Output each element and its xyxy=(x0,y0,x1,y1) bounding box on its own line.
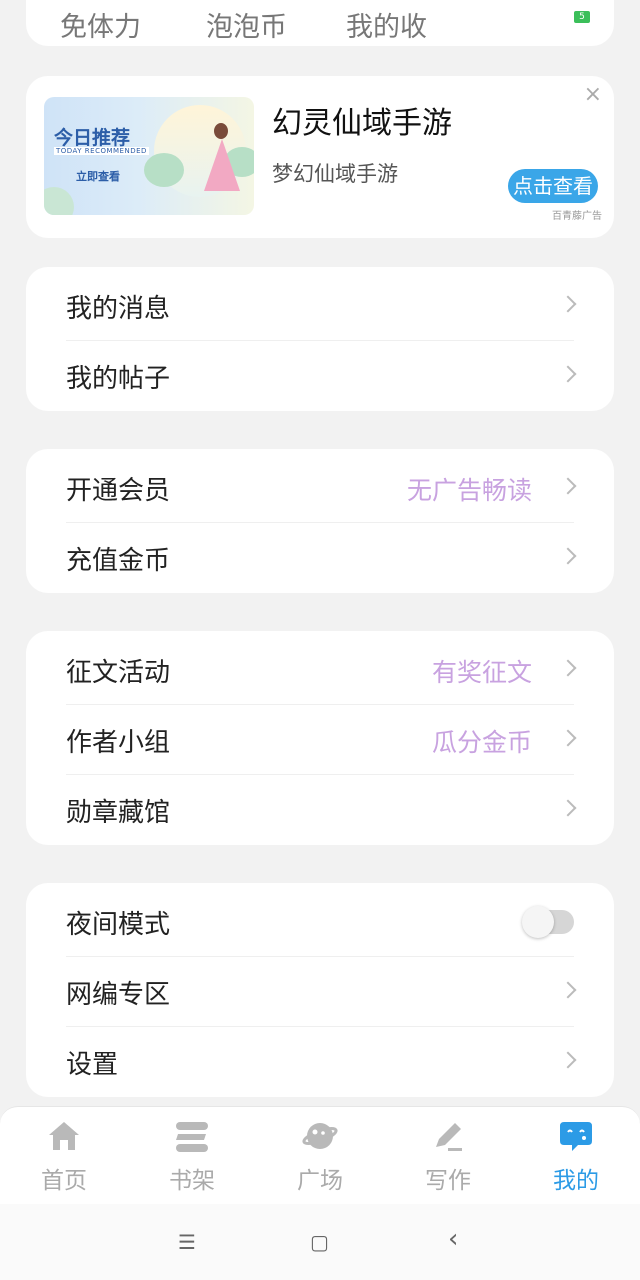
chevron-right-icon xyxy=(559,365,577,383)
tab-write[interactable]: 写作 xyxy=(384,1107,512,1205)
battery-icon: 5 xyxy=(574,11,590,23)
stat-stamina[interactable]: 免体力值 xyxy=(60,10,160,46)
menu-group-messages: 我的消息 我的帖子 xyxy=(26,267,614,411)
home-square-icon[interactable]: ▢ xyxy=(310,1230,329,1254)
menu-item-label: 征文活动 xyxy=(66,658,171,688)
chat-face-icon xyxy=(560,1122,592,1151)
ad-title[interactable]: 幻灵仙域手游 xyxy=(272,98,452,142)
menu-item-hint: 瓜分金币 xyxy=(431,728,532,757)
ad-image-cta: 立即查看 xyxy=(76,170,120,183)
system-nav-bar: ☰ ▢ ‹ xyxy=(0,1204,640,1280)
tab-label: 广场 xyxy=(297,1168,343,1194)
ad-image[interactable]: 今日推荐 TODAY RECOMMENDED 立即查看 xyxy=(44,97,254,215)
menu-item-medal-hall[interactable]: 勋章藏馆 xyxy=(26,775,614,845)
chevron-right-icon xyxy=(559,799,577,817)
ad-source-label: 百青藤广告 xyxy=(552,211,602,222)
tab-home[interactable]: 首页 xyxy=(0,1107,128,1205)
menu-item-label: 开通会员 xyxy=(66,476,171,506)
chevron-right-icon xyxy=(559,295,577,313)
tab-mine[interactable]: 我的 xyxy=(512,1107,640,1205)
pen-icon xyxy=(436,1123,462,1151)
tab-label: 书架 xyxy=(169,1168,215,1194)
menu-item-label: 充值金币 xyxy=(66,546,171,576)
planet-icon xyxy=(302,1123,338,1149)
menu-group-membership: 开通会员 无广告畅读 充值金币 xyxy=(26,449,614,593)
menu-item-label: 我的帖子 xyxy=(66,364,171,394)
menu-item-label: 勋章藏馆 xyxy=(66,798,171,828)
chevron-right-icon xyxy=(559,547,577,565)
menu-item-label: 设置 xyxy=(66,1050,119,1080)
ad-view-button[interactable]: 点击查看 xyxy=(508,169,598,203)
ad-bush xyxy=(44,187,74,215)
stat-bubble-coins[interactable]: 泡泡币 xyxy=(206,10,326,46)
menu-icon[interactable]: ☰ xyxy=(178,1230,196,1254)
tab-label: 首页 xyxy=(41,1168,87,1194)
ad-bush xyxy=(144,153,184,187)
menu-item-recharge-coins[interactable]: 充值金币 xyxy=(26,523,614,593)
menu-item-editor-zone[interactable]: 网编专区 xyxy=(26,957,614,1027)
stat-income[interactable]: 我的收入 xyxy=(346,10,446,46)
bookshelf-icon xyxy=(176,1122,208,1152)
menu-item-essay-contest[interactable]: 征文活动 有奖征文 xyxy=(26,635,614,705)
menu-item-label: 我的消息 xyxy=(66,294,171,324)
menu-item-night-mode[interactable]: 夜间模式 xyxy=(26,887,614,957)
tab-square[interactable]: 广场 xyxy=(256,1107,384,1205)
chevron-right-icon xyxy=(559,659,577,677)
menu-group-activities: 征文活动 有奖征文 作者小组 瓜分金币 勋章藏馆 xyxy=(26,631,614,845)
chevron-right-icon xyxy=(559,729,577,747)
tab-label: 写作 xyxy=(425,1168,471,1194)
chevron-right-icon xyxy=(559,1051,577,1069)
menu-item-my-messages[interactable]: 我的消息 xyxy=(26,271,614,341)
menu-group-settings: 夜间模式 网编专区 设置 xyxy=(26,883,614,1097)
toggle-knob xyxy=(522,906,554,938)
menu-item-membership[interactable]: 开通会员 无广告畅读 xyxy=(26,453,614,523)
back-icon[interactable]: ‹ xyxy=(448,1224,458,1254)
home-icon xyxy=(49,1122,79,1150)
bottom-tab-bar: 首页 书架 广场 写作 我的 xyxy=(0,1106,640,1205)
tab-bookshelf[interactable]: 书架 xyxy=(128,1107,256,1205)
menu-item-label: 网编专区 xyxy=(66,980,171,1010)
ad-card[interactable]: 今日推荐 TODAY RECOMMENDED 立即查看 幻灵仙域手游 梦幻仙域手… xyxy=(26,76,614,238)
chevron-right-icon xyxy=(559,981,577,999)
menu-item-settings[interactable]: 设置 xyxy=(26,1027,614,1097)
ad-subtitle: 梦幻仙域手游 xyxy=(272,162,398,186)
chevron-right-icon xyxy=(559,477,577,495)
tab-label: 我的 xyxy=(553,1168,599,1194)
menu-item-label: 作者小组 xyxy=(66,728,171,758)
menu-item-author-group[interactable]: 作者小组 瓜分金币 xyxy=(26,705,614,775)
menu-item-my-posts[interactable]: 我的帖子 xyxy=(26,341,614,411)
menu-item-hint: 有奖征文 xyxy=(431,658,532,687)
ad-girl-head xyxy=(214,123,228,139)
menu-item-hint: 无广告畅读 xyxy=(406,476,532,505)
ad-image-title: 今日推荐 xyxy=(54,127,131,149)
close-icon[interactable]: × xyxy=(584,82,602,107)
night-mode-toggle[interactable] xyxy=(522,906,574,938)
menu-item-label: 夜间模式 xyxy=(66,910,171,940)
stats-card: 免体力值 泡泡币 我的收入 5 xyxy=(26,0,614,46)
ad-image-subtitle: TODAY RECOMMENDED xyxy=(54,147,149,155)
ad-girl-dress xyxy=(204,139,240,191)
